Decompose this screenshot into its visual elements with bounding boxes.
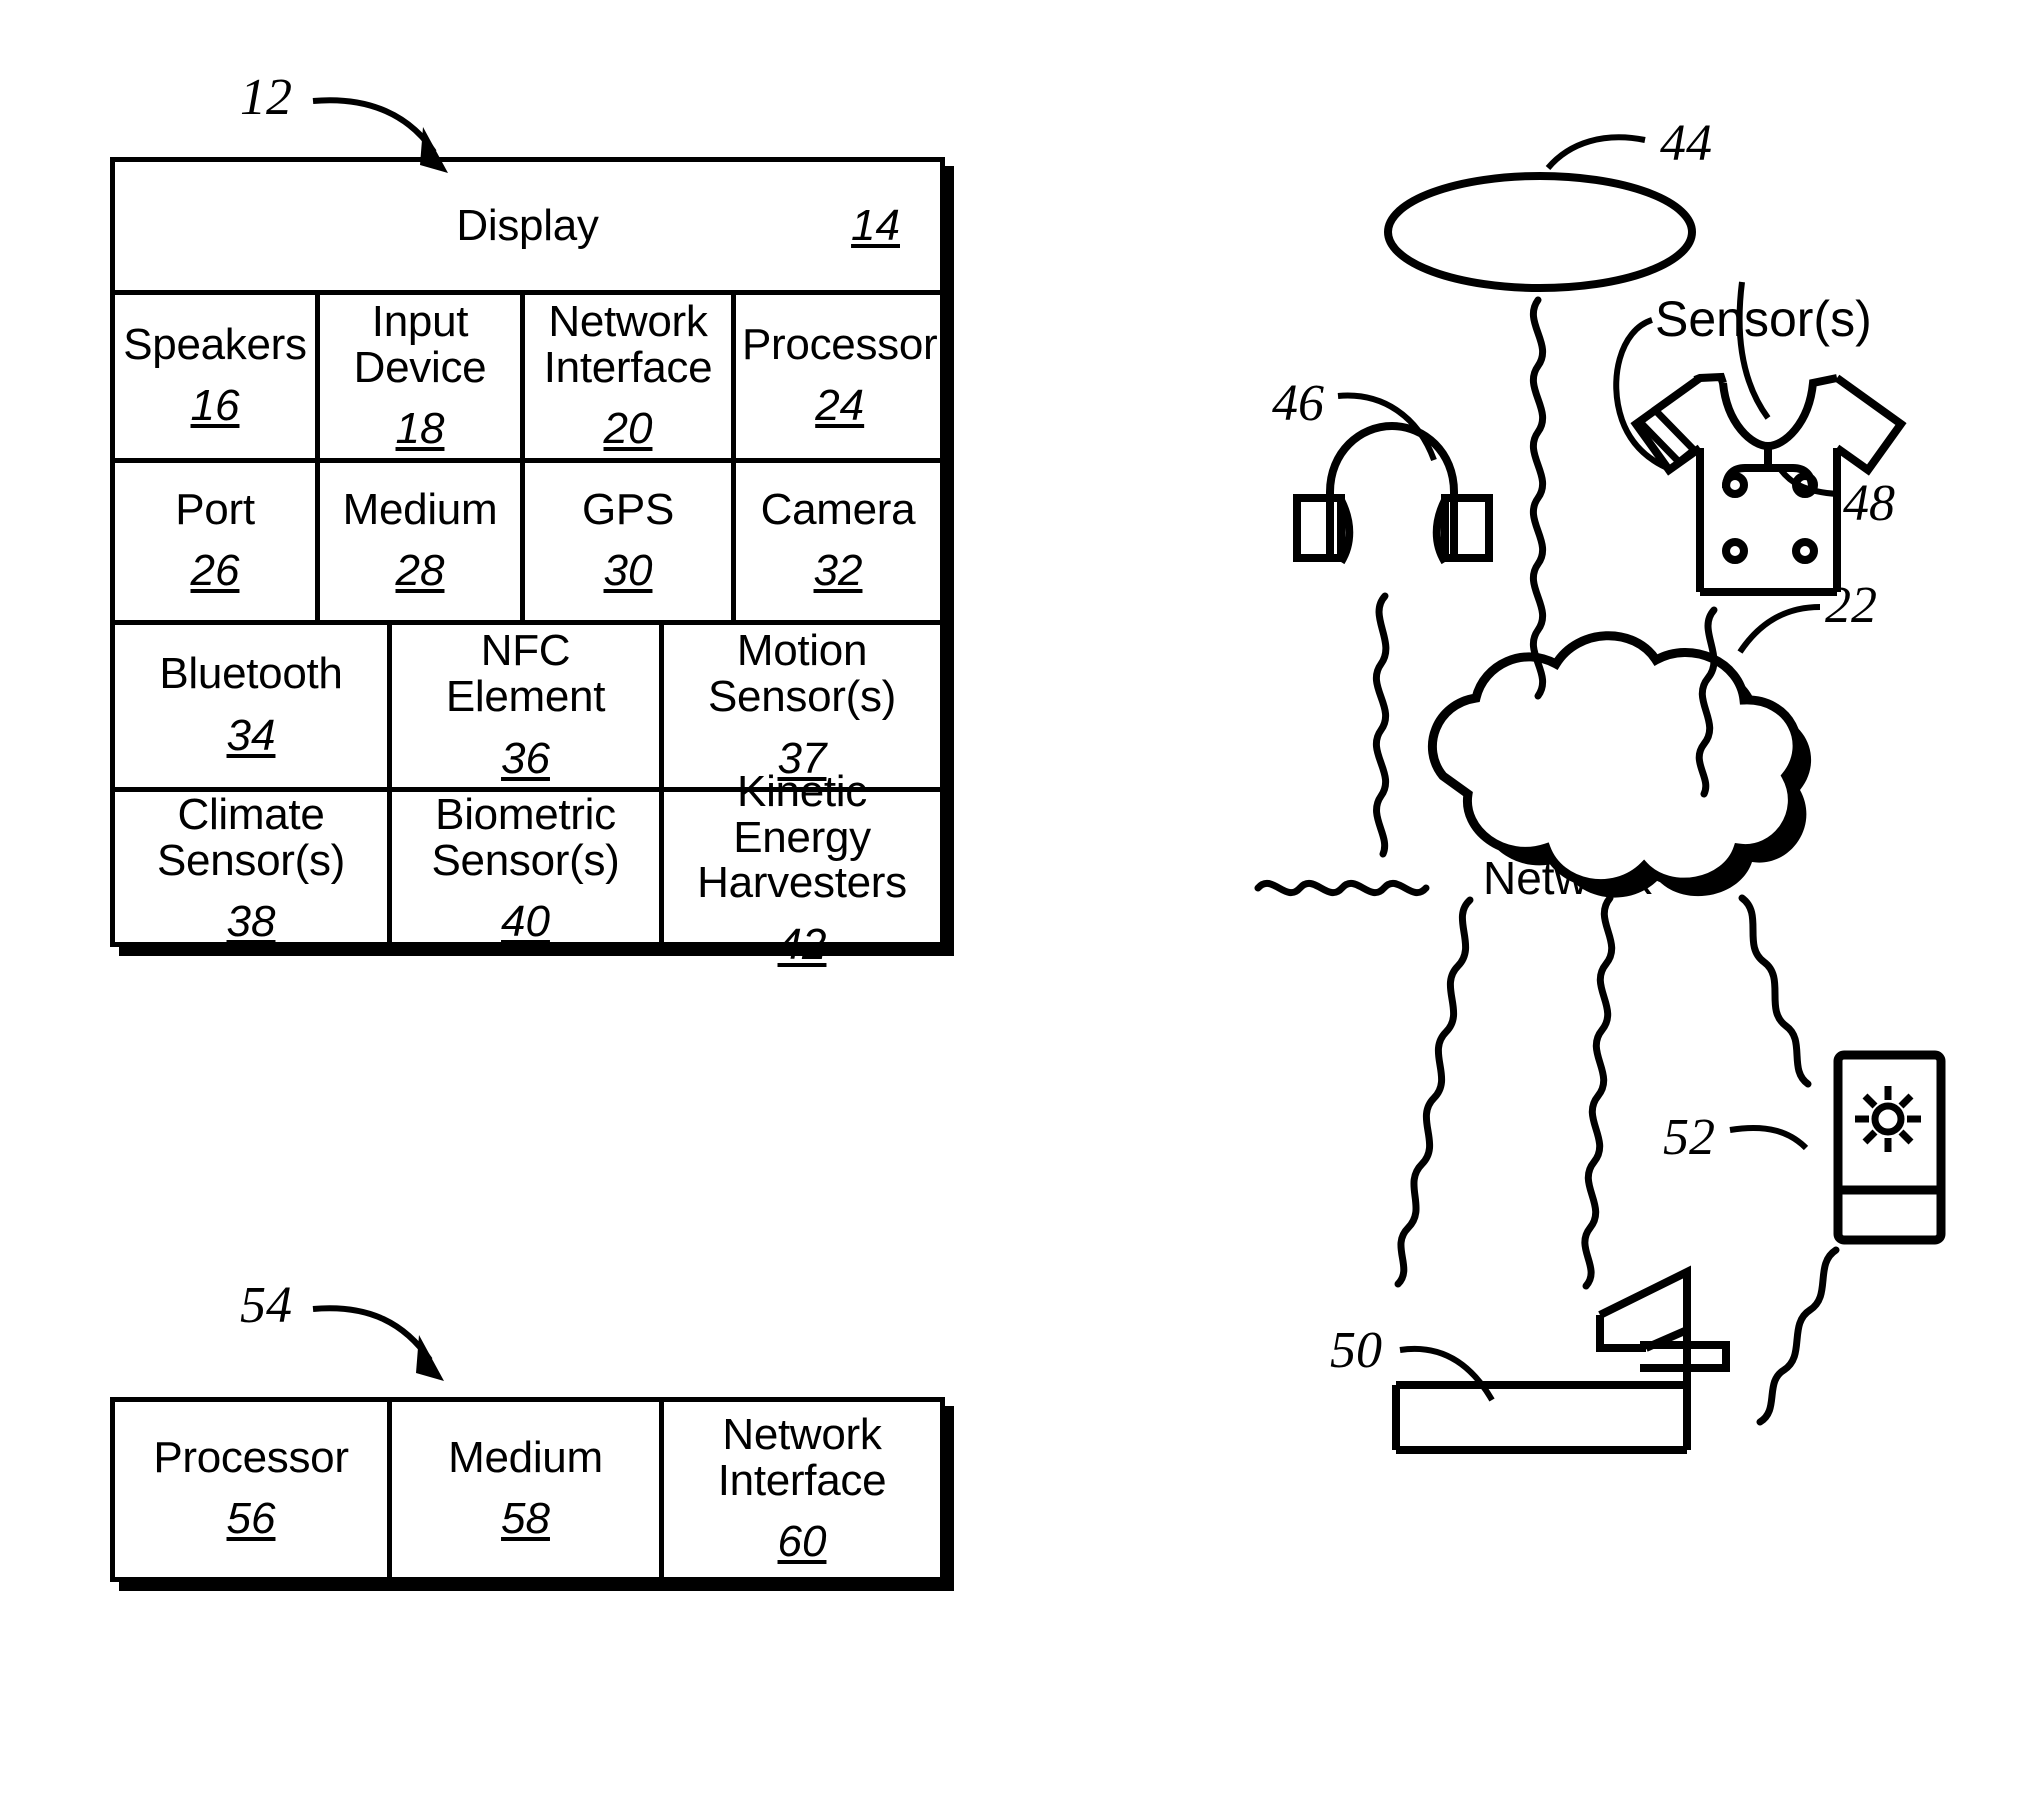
cell-camera-label: Camera <box>760 484 916 534</box>
ellipse-icon-44 <box>1384 172 1696 292</box>
cell-speakers-label: Speakers <box>123 319 307 369</box>
cell-network-interface-num: 20 <box>603 404 653 454</box>
link-46-to-cloud <box>1372 592 1390 858</box>
cell-display-num: 14 <box>851 201 900 250</box>
ref-numeral-12: 12 <box>240 69 292 126</box>
cell-biometric-sensors: Biometric Sensor(s) 40 <box>387 789 659 947</box>
sensors-caption: Sensor(s) <box>1655 291 1872 347</box>
cell-port-label: Port <box>175 484 255 534</box>
ref-numeral-54: 54 <box>240 1277 292 1334</box>
cell-climate-sensors-num: 38 <box>226 897 276 947</box>
cell-motion-sensors: Motion Sensor(s) 37 <box>659 625 940 787</box>
cell-motion-sensors-label: Motion Sensor(s) <box>707 626 897 721</box>
leader-line-46 <box>1337 392 1437 462</box>
cell-server-processor-label: Processor <box>153 1432 349 1482</box>
leader-line-44 <box>1545 134 1646 170</box>
ref-numeral-46: 46 <box>1272 375 1324 432</box>
ref-numeral-52: 52 <box>1663 1109 1715 1166</box>
cell-gps-num: 30 <box>603 546 653 596</box>
link-cloud-to-bottom-left <box>1394 896 1474 1288</box>
link-device-to-cloud <box>1254 879 1430 897</box>
cell-kinetic-harvesters: Kinetic Energy Harvesters 42 <box>659 768 940 969</box>
cell-gps-label: GPS <box>581 484 675 534</box>
cell-processor-num: 24 <box>815 381 865 431</box>
cell-port-num: 26 <box>190 546 240 596</box>
cell-server-medium-label: Medium <box>448 1432 603 1482</box>
link-cloud-to-laptop <box>1581 894 1616 1290</box>
ref-numeral-44: 44 <box>1660 115 1712 172</box>
cell-nfc-element: NFC Element 36 <box>387 625 659 787</box>
cell-display: Display 14 <box>115 162 940 290</box>
cell-server-network-interface: Network Interface 60 <box>659 1402 940 1577</box>
cell-server-medium: Medium 58 <box>387 1402 659 1577</box>
leader-line-52 <box>1729 1125 1809 1151</box>
cell-processor-label: Processor <box>742 319 938 369</box>
cell-speakers: Speakers 16 <box>115 295 315 458</box>
cell-biometric-sensors-num: 40 <box>501 897 550 947</box>
cell-network-interface-label: Network Interface <box>543 296 713 392</box>
cell-nfc-element-num: 36 <box>501 733 550 783</box>
cell-climate-sensors: Climate Sensor(s) 38 <box>115 789 387 947</box>
leader-arrow-54 <box>312 1305 444 1381</box>
server-block-54: Processor 56 Medium 58 Network Interface… <box>110 1397 945 1582</box>
cell-camera: Camera 32 <box>731 463 940 620</box>
leader-line-22 <box>1737 604 1821 654</box>
headset-icon-46 <box>1293 421 1493 565</box>
leader-line-50 <box>1399 1345 1495 1402</box>
device-block-12: Display 14 Speakers 16 Input Device 18 N… <box>110 157 945 969</box>
link-cloud-to-handheld <box>1738 894 1812 1088</box>
cell-medium-num: 28 <box>395 546 445 596</box>
cell-network-interface: Network Interface 20 <box>520 295 731 458</box>
cell-input-device: Input Device 18 <box>315 295 520 458</box>
cell-server-processor-num: 56 <box>226 1494 276 1544</box>
device-row-display: Display 14 <box>115 162 940 290</box>
cell-medium-label: Medium <box>342 484 498 534</box>
ref-numeral-22: 22 <box>1825 577 1877 634</box>
device-row-connectivity: Port 26 Medium 28 GPS 30 Camera 32 <box>115 458 940 620</box>
cell-medium: Medium 28 <box>315 463 520 620</box>
cell-gps: GPS 30 <box>520 463 731 620</box>
cell-server-processor: Processor 56 <box>115 1402 387 1577</box>
device-row-wireless: Bluetooth 34 NFC Element 36 Motion Senso… <box>115 620 940 787</box>
cell-bluetooth-label: Bluetooth <box>159 649 343 699</box>
device-row-io: Speakers 16 Input Device 18 Network Inte… <box>115 290 940 458</box>
device-row-sensors: Climate Sensor(s) 38 Biometric Sensor(s)… <box>115 768 940 969</box>
cell-display-label: Display <box>456 201 599 251</box>
cell-server-medium-num: 58 <box>501 1494 550 1544</box>
network-cloud-label: Network <box>1483 852 1652 904</box>
cell-server-network-interface-label: Network Interface <box>717 1409 887 1505</box>
ref-numeral-48: 48 <box>1843 475 1895 532</box>
cell-bluetooth-num: 34 <box>226 710 276 760</box>
cell-speakers-num: 16 <box>190 381 240 431</box>
cell-climate-sensors-label: Climate Sensor(s) <box>156 789 346 885</box>
server-row: Processor 56 Medium 58 Network Interface… <box>115 1402 940 1577</box>
cell-kinetic-harvesters-num: 42 <box>777 920 827 970</box>
cell-nfc-element-label: NFC Element <box>445 626 606 721</box>
figure-canvas: 12 Display 14 Speakers 16 Input Device 1… <box>0 0 2042 1793</box>
cell-port: Port 26 <box>115 463 315 620</box>
cell-camera-num: 32 <box>813 546 863 596</box>
cell-processor: Processor 24 <box>731 295 943 458</box>
cell-bluetooth: Bluetooth 34 <box>115 625 387 787</box>
cell-kinetic-harvesters-label: Kinetic Energy Harvesters <box>697 766 907 908</box>
link-handheld-to-laptop <box>1756 1246 1840 1426</box>
leader-line-48 <box>1775 464 1839 497</box>
handheld-device-icon-52 <box>1833 1050 1946 1245</box>
cell-server-network-interface-num: 60 <box>777 1517 827 1567</box>
cell-biometric-sensors-label: Biometric Sensor(s) <box>431 789 620 885</box>
cell-input-device-label: Input Device <box>353 296 487 392</box>
ref-numeral-50: 50 <box>1330 1322 1382 1379</box>
link-48-to-cloud <box>1695 606 1718 798</box>
cell-input-device-num: 18 <box>395 404 445 454</box>
laptop-icon-50 <box>1392 1265 1730 1454</box>
link-44-to-cloud <box>1529 296 1547 700</box>
